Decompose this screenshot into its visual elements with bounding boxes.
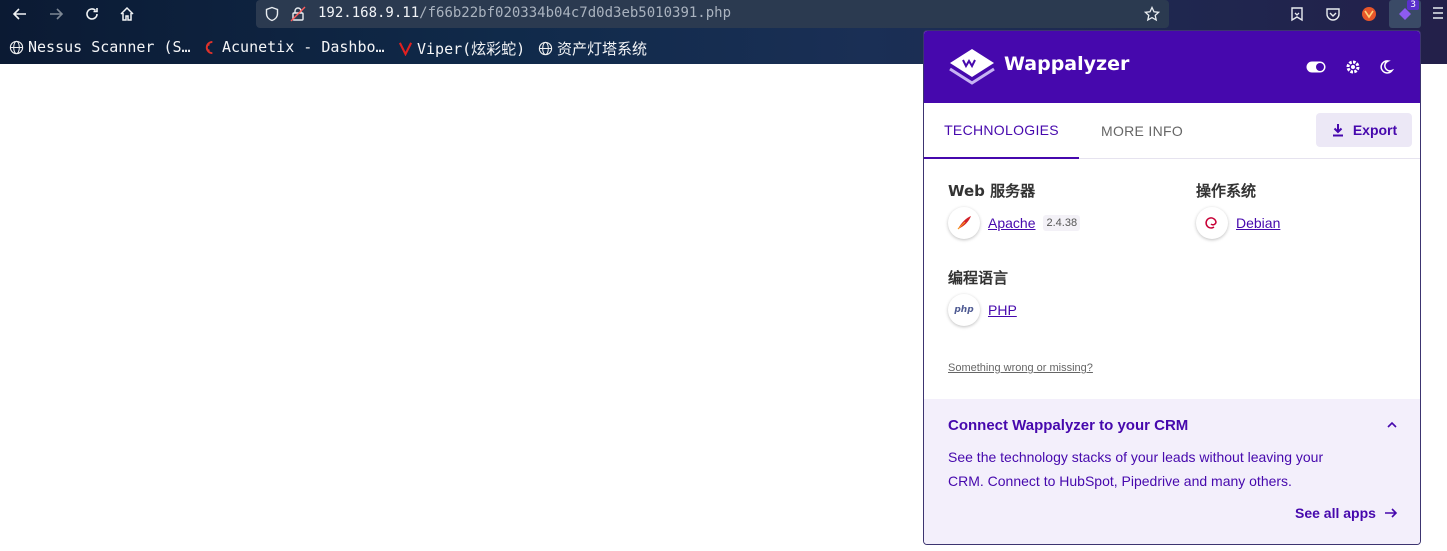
globe-icon xyxy=(537,41,553,57)
chevron-up-icon[interactable] xyxy=(1384,417,1400,433)
url-path: /f66b22bf020334b04c7d0d3eb5010391.php xyxy=(419,5,732,21)
acunetix-icon xyxy=(202,39,218,55)
home-button[interactable] xyxy=(115,3,139,25)
tech-version-apache: 2.4.38 xyxy=(1043,215,1081,231)
see-all-apps-label: See all apps xyxy=(1295,505,1376,521)
something-wrong-link[interactable]: Something wrong or missing? xyxy=(948,362,1093,374)
shield-icon[interactable] xyxy=(264,6,280,22)
wappalyzer-extension-button[interactable]: 3 xyxy=(1389,0,1421,28)
extension-badge: 3 xyxy=(1407,0,1419,10)
reload-icon xyxy=(86,8,98,20)
url-bar[interactable]: 192.168.9.11/f66b22bf020334b04c7d0d3eb50… xyxy=(256,0,1169,28)
insecure-lock-icon[interactable] xyxy=(290,6,306,22)
tech-php: php PHP xyxy=(948,294,1017,326)
menu-icon[interactable] xyxy=(1432,6,1444,25)
back-button[interactable] xyxy=(8,3,32,25)
bookmark-label: 资产灯塔系统 xyxy=(557,40,648,58)
wappalyzer-popup: Wappalyzer TECHNOLOGIES MORE INFO Export… xyxy=(923,30,1421,545)
bookmark-label: Viper(炫彩蛇) xyxy=(417,40,526,58)
tech-name-apache[interactable]: Apache xyxy=(988,215,1035,231)
bookmark-asset-lighthouse[interactable]: 资产灯塔系统 xyxy=(537,38,647,59)
php-icon-text: php xyxy=(954,305,974,315)
see-all-apps-link[interactable]: See all apps xyxy=(1295,505,1398,521)
category-web-server: Web 服务器 xyxy=(948,182,1036,200)
pocket-save-icon[interactable] xyxy=(1288,5,1306,23)
export-label: Export xyxy=(1352,122,1398,138)
toggle-icon[interactable] xyxy=(1306,57,1326,77)
crm-description: See the technology stacks of your leads … xyxy=(948,449,1324,489)
category-os: 操作系统 xyxy=(1196,182,1257,200)
fox-extension-icon[interactable] xyxy=(1360,5,1378,23)
pocket-icon[interactable] xyxy=(1324,5,1342,23)
bookmark-acunetix[interactable]: Acunetix - Dashbo… xyxy=(202,38,385,56)
bookmark-label: Acunetix - Dashbo… xyxy=(222,38,385,56)
viper-icon xyxy=(397,41,413,57)
url-text[interactable]: 192.168.9.11/f66b22bf020334b04c7d0d3eb50… xyxy=(318,5,731,21)
export-button[interactable]: Export xyxy=(1316,113,1412,147)
reload-button[interactable] xyxy=(80,3,104,25)
moon-icon[interactable] xyxy=(1376,57,1396,77)
globe-icon xyxy=(8,39,24,55)
arrow-right-icon xyxy=(1384,508,1398,518)
tab-bar: TECHNOLOGIES MORE INFO Export xyxy=(924,103,1420,159)
crm-panel: Connect Wappalyzer to your CRM See the t… xyxy=(924,399,1420,544)
url-host: 192.168.9.11 xyxy=(318,5,420,21)
brand-name: Wappalyzer xyxy=(1004,53,1130,75)
tab-more-info[interactable]: MORE INFO xyxy=(1079,103,1205,159)
forward-button[interactable] xyxy=(44,3,68,25)
tech-name-debian[interactable]: Debian xyxy=(1236,215,1280,231)
tab-technologies[interactable]: TECHNOLOGIES xyxy=(924,103,1079,159)
bookmark-nessus[interactable]: Nessus Scanner (S… xyxy=(8,38,191,56)
bookmark-label: Nessus Scanner (S… xyxy=(28,38,191,56)
bookmark-viper[interactable]: Viper(炫彩蛇) xyxy=(397,38,525,59)
category-programming-language: 编程语言 xyxy=(948,269,1009,287)
bookmark-star-icon[interactable] xyxy=(1143,5,1161,22)
popup-header: Wappalyzer xyxy=(924,31,1420,103)
crm-title[interactable]: Connect Wappalyzer to your CRM xyxy=(948,417,1188,434)
download-icon xyxy=(1332,124,1343,137)
arrow-right-icon xyxy=(50,8,64,20)
arrow-left-icon xyxy=(12,8,26,20)
debian-swirl-icon xyxy=(1196,207,1228,239)
tech-debian: Debian xyxy=(1196,207,1280,239)
bookmarks-bar: Nessus Scanner (S… Acunetix - Dashbo… Vi… xyxy=(0,34,920,62)
php-icon: php xyxy=(948,294,980,326)
wappalyzer-logo xyxy=(949,49,995,85)
tech-name-php[interactable]: PHP xyxy=(988,302,1017,318)
gear-icon[interactable] xyxy=(1343,57,1363,77)
browser-toolbar: 192.168.9.11/f66b22bf020334b04c7d0d3eb50… xyxy=(0,0,1447,30)
apache-feather-icon xyxy=(948,207,980,239)
tech-apache: Apache 2.4.38 xyxy=(948,207,1081,239)
home-icon xyxy=(120,6,134,21)
